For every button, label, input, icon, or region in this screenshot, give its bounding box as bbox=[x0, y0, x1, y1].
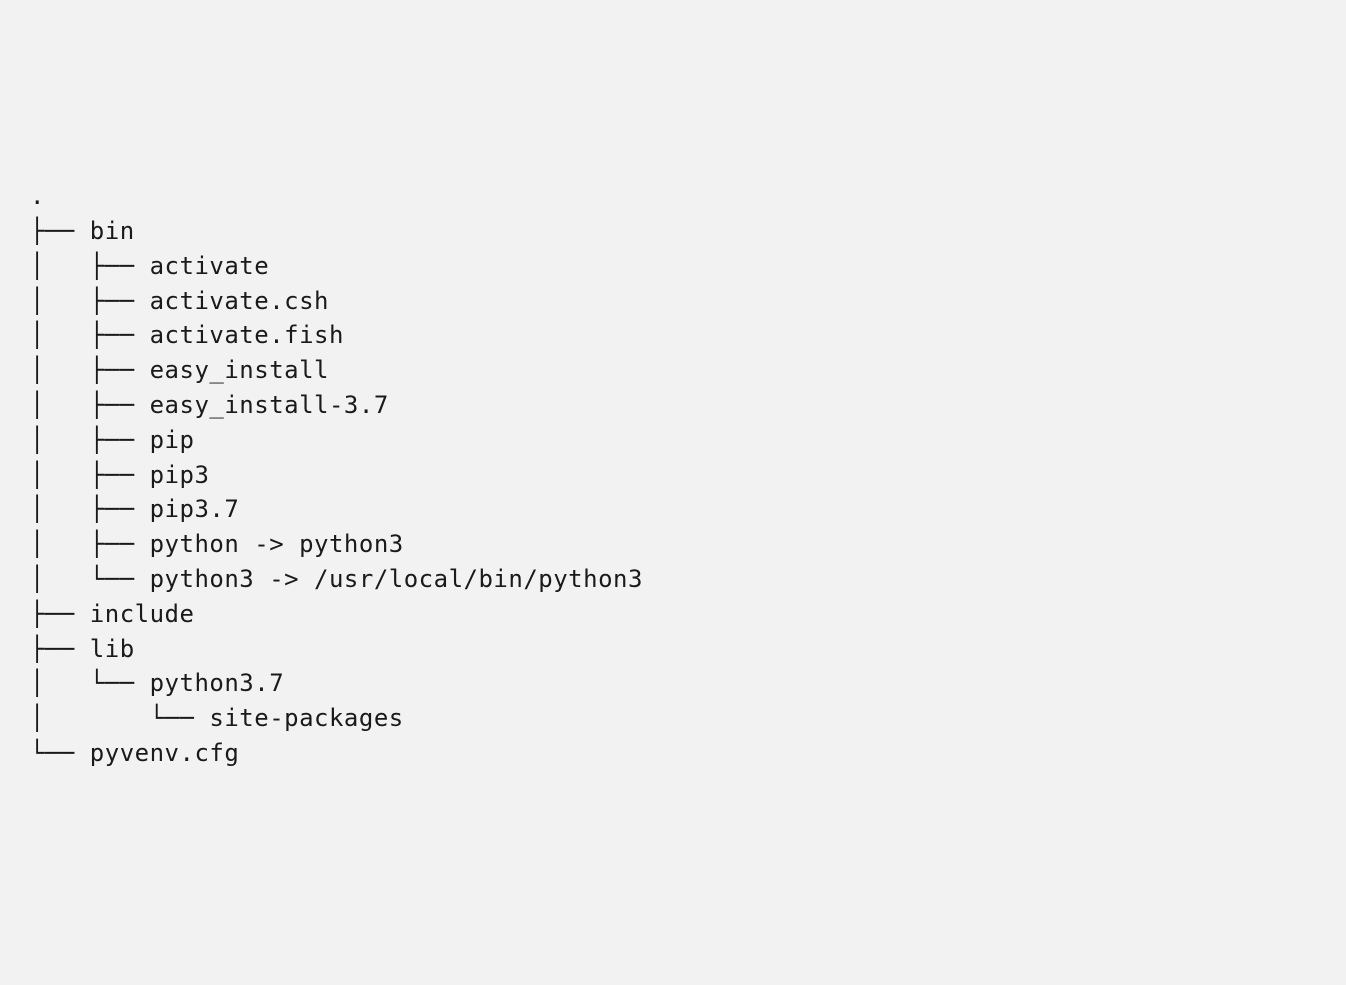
tree-prefix: │ ├── bbox=[30, 356, 150, 384]
tree-prefix: │ ├── bbox=[30, 461, 150, 489]
tree-entry: easy_install bbox=[150, 356, 329, 384]
tree-prefix: │ └── bbox=[30, 565, 150, 593]
tree-prefix: │ └── bbox=[30, 704, 209, 732]
tree-prefix: ├── bbox=[30, 600, 90, 628]
tree-prefix: │ ├── bbox=[30, 495, 150, 523]
tree-entry: easy_install-3.7 bbox=[150, 391, 389, 419]
tree-line: │ └── site-packages bbox=[30, 701, 1316, 736]
tree-entry: site-packages bbox=[209, 704, 403, 732]
tree-line: │ ├── activate.csh bbox=[30, 284, 1316, 319]
tree-line: │ ├── python -> python3 bbox=[30, 527, 1316, 562]
tree-entry: activate bbox=[150, 252, 270, 280]
tree-entry: pip bbox=[150, 426, 195, 454]
tree-line: │ └── python3 -> /usr/local/bin/python3 bbox=[30, 562, 1316, 597]
tree-root: . bbox=[30, 179, 1316, 214]
tree-prefix: │ ├── bbox=[30, 426, 150, 454]
tree-entry: include bbox=[90, 600, 195, 628]
tree-entry: pip3 bbox=[150, 461, 210, 489]
tree-entry: bin bbox=[90, 217, 135, 245]
tree-entry: activate.csh bbox=[150, 287, 329, 315]
tree-line: │ ├── easy_install-3.7 bbox=[30, 388, 1316, 423]
tree-line: ├── include bbox=[30, 597, 1316, 632]
tree-entry: pip3.7 bbox=[150, 495, 240, 523]
tree-entry: python -> python3 bbox=[150, 530, 404, 558]
tree-prefix: └── bbox=[30, 739, 90, 767]
tree-prefix: ├── bbox=[30, 217, 90, 245]
tree-prefix: │ ├── bbox=[30, 321, 150, 349]
tree-entry: python3 -> /usr/local/bin/python3 bbox=[150, 565, 643, 593]
tree-line: │ ├── activate.fish bbox=[30, 318, 1316, 353]
tree-line: │ ├── pip bbox=[30, 423, 1316, 458]
tree-line: │ ├── pip3 bbox=[30, 458, 1316, 493]
tree-entry: lib bbox=[90, 635, 135, 663]
tree-entry: pyvenv.cfg bbox=[90, 739, 240, 767]
tree-entry: activate.fish bbox=[150, 321, 344, 349]
tree-line: ├── lib bbox=[30, 632, 1316, 667]
tree-line: │ ├── easy_install bbox=[30, 353, 1316, 388]
tree-line: ├── bin bbox=[30, 214, 1316, 249]
tree-prefix: │ ├── bbox=[30, 391, 150, 419]
tree-prefix: │ ├── bbox=[30, 252, 150, 280]
tree-line: │ └── python3.7 bbox=[30, 666, 1316, 701]
tree-line: └── pyvenv.cfg bbox=[30, 736, 1316, 771]
tree-prefix: │ ├── bbox=[30, 287, 150, 315]
tree-entry: python3.7 bbox=[150, 669, 285, 697]
tree-line: │ ├── pip3.7 bbox=[30, 492, 1316, 527]
tree-prefix: │ ├── bbox=[30, 530, 150, 558]
tree-line: │ ├── activate bbox=[30, 249, 1316, 284]
tree-prefix: ├── bbox=[30, 635, 90, 663]
tree-prefix: │ └── bbox=[30, 669, 150, 697]
